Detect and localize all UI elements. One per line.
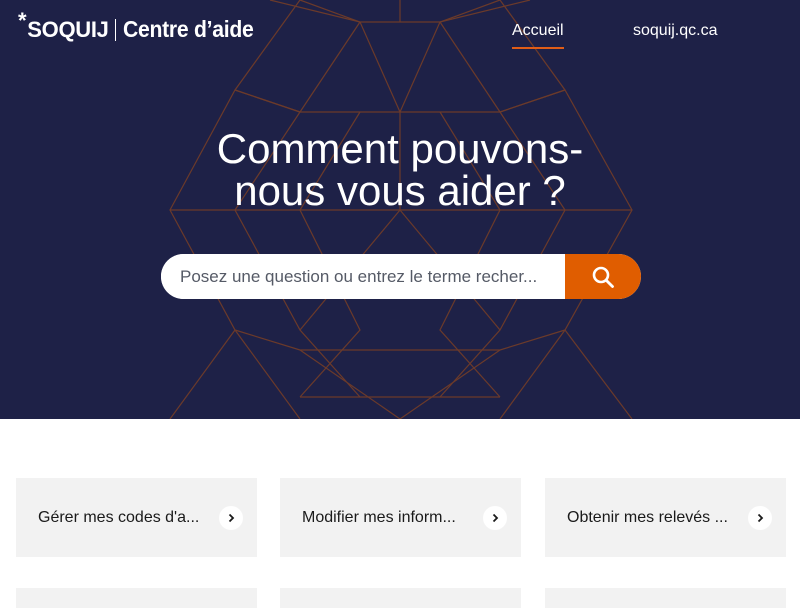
topic-card-label: Gérer mes codes d'a... [38,508,200,526]
topic-card-partial[interactable] [280,588,521,608]
topic-card-label: Obtenir mes relevés ... [567,508,728,526]
topic-cards-grid: Gérer mes codes d'a... Modifier mes info… [0,419,800,608]
chevron-right-icon [483,505,507,530]
nav-link-soquij-site[interactable]: soquij.qc.ca [633,22,718,40]
search-input[interactable] [161,254,565,299]
topic-card-modifier-informations[interactable]: Modifier mes inform... [280,478,521,557]
topic-card-codes-acces[interactable]: Gérer mes codes d'a... [16,478,257,557]
page-title: Comment pouvons- nous vous aider ? [0,128,800,212]
topic-card-obtenir-releves[interactable]: Obtenir mes relevés ... [545,478,786,557]
top-navigation-bar: * SOQUIJ Centre d’aide Accueil soquij.qc… [0,0,800,60]
chevron-right-icon [748,505,772,530]
hero-banner: * SOQUIJ Centre d’aide Accueil soquij.qc… [0,0,800,419]
search-form [161,254,641,299]
topic-card-partial[interactable] [16,588,257,608]
nav-link-accueil[interactable]: Accueil [512,22,564,49]
chevron-right-icon [219,505,243,530]
topic-card-label: Modifier mes inform... [302,508,456,526]
page-title-line-2: nous vous aider ? [234,167,566,214]
search-icon [592,266,614,288]
search-button[interactable] [565,254,641,299]
page-title-line-1: Comment pouvons- [216,125,584,172]
topic-card-partial[interactable] [545,588,786,608]
main-nav: Accueil soquij.qc.ca [0,22,800,52]
